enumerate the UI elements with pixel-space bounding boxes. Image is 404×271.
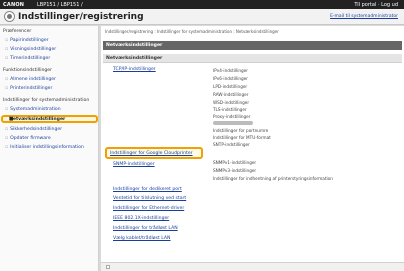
wireless-lan-link[interactable]: Indstillinger for trådløst LAN — [113, 226, 178, 231]
sidebar-item-display[interactable]: ▫ Visningsindstillinger — [5, 47, 56, 52]
tcpip-desc: IPv6-indstillinger — [213, 76, 248, 81]
dedicated-port-link[interactable]: Indstillinger for dedikeret port — [113, 187, 182, 192]
tcpip-desc: WSD-indstillinger — [213, 100, 250, 105]
sidebar-item-network[interactable]: ■ Netværksindstillinger — [1, 115, 98, 123]
portal-link[interactable]: Til portal — [354, 2, 376, 8]
sidebar-item-system-admin[interactable]: ▫ Systemadministration — [5, 107, 61, 112]
tcpip-desc: RAW-indstillinger — [213, 92, 249, 97]
redacted-text — [213, 121, 253, 125]
printer-model: LBP151 / LBP151 / — [37, 2, 83, 8]
ethernet-driver-link[interactable]: Indstillinger for Ethernet-driver — [113, 206, 184, 211]
section-header-bar: Netværksindstillinger — [103, 41, 402, 50]
sidebar-item-firmware[interactable]: ▫ Opdater firmware — [5, 136, 51, 141]
sidebar-item-general[interactable]: ▫ Almene indstillinger — [5, 77, 56, 82]
tcpip-settings-link[interactable]: TCP/IP-indstillinger — [113, 67, 156, 72]
settings-icon — [4, 11, 15, 22]
subsection-header-bar: Netværksindstillinger — [103, 54, 402, 63]
tcpip-desc: Proxy-indstillinger — [213, 114, 251, 119]
sidebar-item-printer[interactable]: ▫ Printerindstillinger — [5, 86, 52, 91]
sidebar-item-timer[interactable]: ▫ Timerindstillinger — [5, 56, 50, 61]
snmp-desc: Indstillinger for indhentning af printer… — [213, 176, 333, 181]
page-header: Indstillinger/registrering E-mail til sy… — [0, 9, 404, 25]
sidebar-section-functions: Funktionsindstillinger — [3, 68, 53, 73]
sidebar: Præferencer ▫ Papirindstillinger ▫ Visning… — [0, 26, 99, 271]
snmp-desc: SNMPv1-indstillinger — [213, 160, 257, 165]
tcpip-desc: Indstillinger for MTU-format — [213, 135, 271, 140]
wired-wireless-select-link[interactable]: Vælg kablet/trådløst LAN — [113, 236, 170, 241]
tcpip-desc: LPD-indstillinger — [213, 84, 248, 89]
tcpip-desc: SNTP-indstillinger — [213, 142, 250, 147]
snmp-desc: SNMPv3-indstillinger — [213, 168, 257, 173]
tcpip-desc: IPv4-indstillinger — [213, 68, 248, 73]
tcpip-desc: Indstillinger for portnumre — [213, 128, 269, 133]
logout-link[interactable]: Log ud — [381, 2, 398, 8]
brand-logo: CANON — [3, 2, 25, 8]
footer-bar — [101, 262, 404, 271]
snmp-settings-link[interactable]: SNMP-indstillinger — [113, 162, 155, 167]
ieee8021x-link[interactable]: IEEE 802.1X-indstillinger — [113, 216, 169, 221]
page-top-icon[interactable] — [106, 265, 110, 269]
top-bar: CANON LBP151 / LBP151 / Til portal · Log… — [0, 0, 404, 9]
sidebar-section-admin: Indstillinger for systemadministration — [3, 98, 90, 103]
google-cloud-print-link[interactable]: Indstillinger for Google Cloudprinter — [105, 147, 203, 159]
sidebar-item-initialize[interactable]: ▫ Initialiser indstillingsinformation — [5, 145, 84, 150]
email-admin-link[interactable]: E-mail til systemadministrator — [330, 14, 398, 19]
breadcrumb: Indstillinger/registrering : Indstilling… — [105, 29, 279, 34]
page-title: Indstillinger/registrering — [18, 12, 144, 22]
sidebar-item-paper[interactable]: ▫ Papirindstillinger — [5, 38, 49, 43]
startup-wait-link[interactable]: Ventetid for tilslutning ved start — [113, 196, 186, 201]
sidebar-item-security[interactable]: ▫ Sikkerhedsindstillinger — [5, 127, 62, 132]
tcpip-desc: TLS-indstillinger — [213, 107, 247, 112]
sidebar-section-preferences: Præferencer — [3, 29, 32, 34]
